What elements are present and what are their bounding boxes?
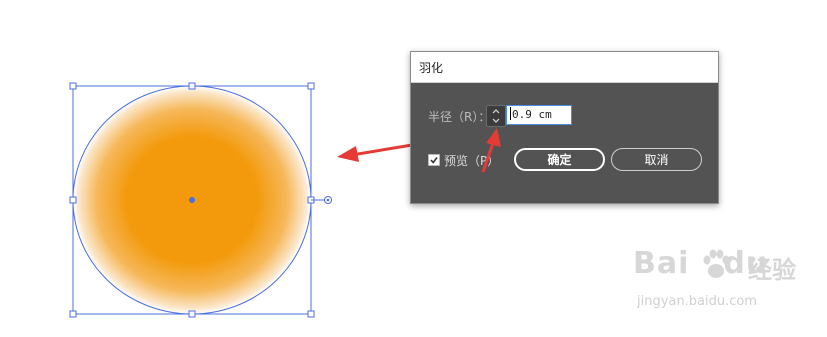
baidu-jingyan-watermark: Bai du 经验 jingyan.baidu.com — [633, 246, 823, 326]
watermark-url: jingyan.baidu.com — [637, 294, 757, 309]
watermark-site-name: 经验 — [748, 256, 796, 284]
paw-icon — [703, 249, 730, 278]
